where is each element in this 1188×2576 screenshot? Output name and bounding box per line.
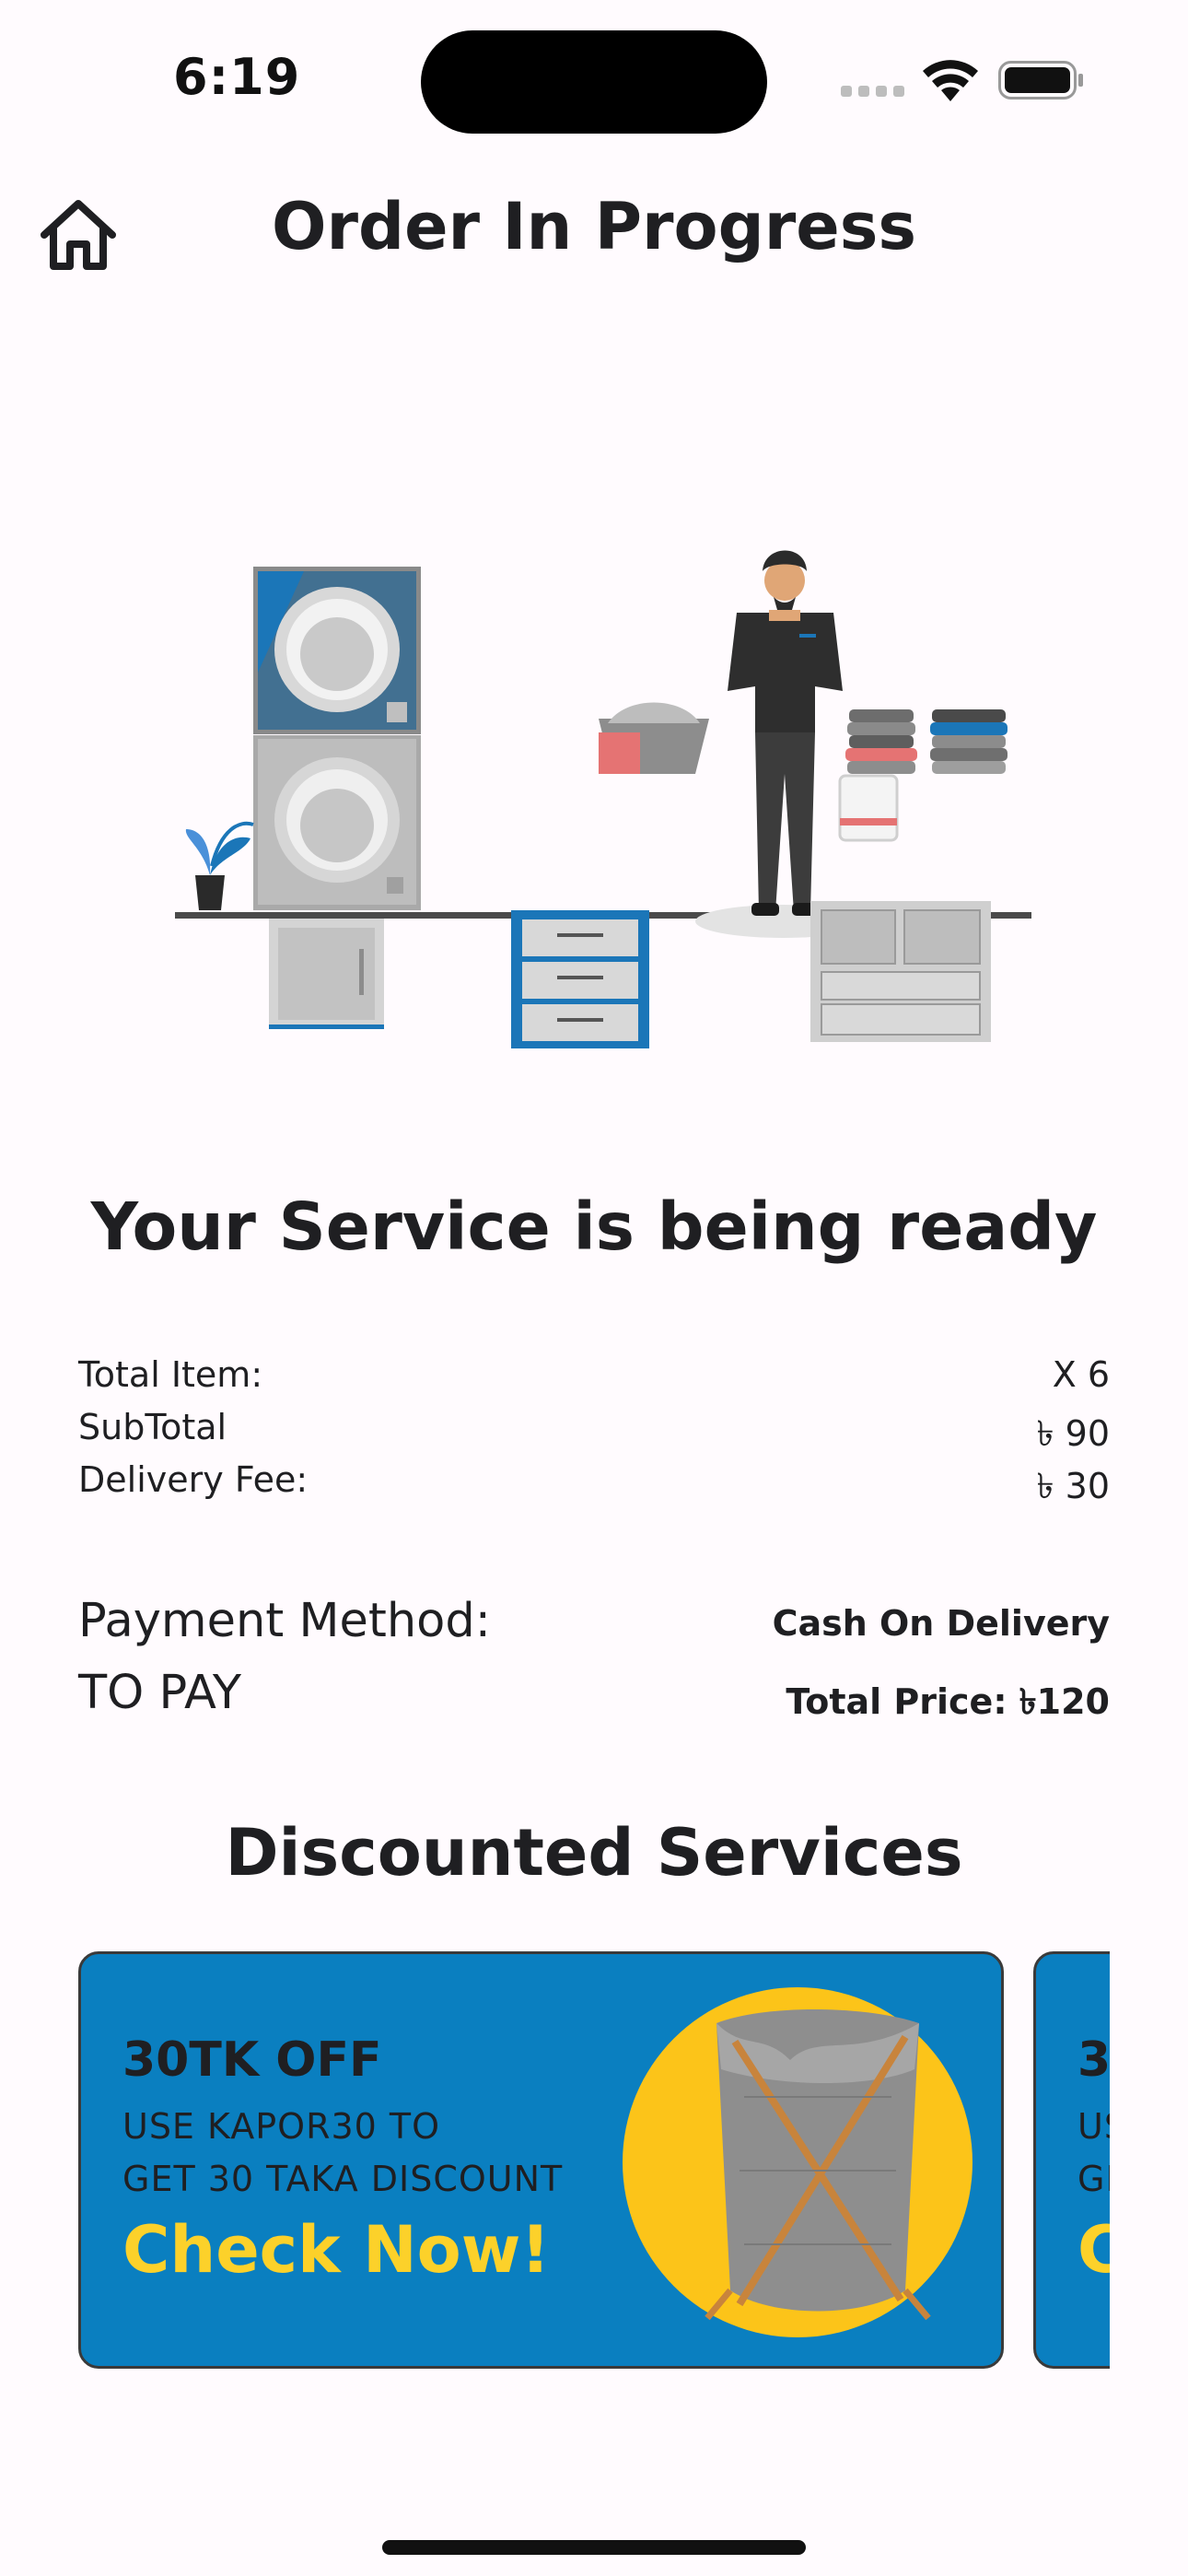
home-indicator[interactable] xyxy=(382,2540,806,2555)
promo-title: 3 xyxy=(1077,2032,1110,2088)
status-time: 6:19 xyxy=(173,48,301,106)
dynamic-island xyxy=(421,30,767,134)
to-pay-label: TO PAY xyxy=(78,1666,242,1720)
to-pay-row: TO PAY Total Price: ৳120 xyxy=(78,1666,1110,1730)
payment-method-label: Payment Method: xyxy=(78,1594,491,1648)
delivery-fee-value: ৳ 30 xyxy=(1036,1466,1110,1506)
total-item-value: X 6 xyxy=(1052,1354,1110,1395)
subtotal-value: ৳ 90 xyxy=(1036,1413,1110,1454)
status-bar: 6:19 xyxy=(0,0,1188,157)
summary-row-total-item: Total Item: X 6 xyxy=(78,1354,1110,1407)
delivery-fee-label: Delivery Fee: xyxy=(78,1459,309,1500)
promo-line-2: GI xyxy=(1077,2159,1110,2199)
battery-icon xyxy=(998,61,1083,100)
page-title: Order In Progress xyxy=(271,189,917,264)
laundry-illustration xyxy=(175,550,1031,1048)
promo-card[interactable]: 3 US GI C xyxy=(1033,1951,1110,2369)
promo-card[interactable]: 30TK OFF USE KAPOR30 TO GET 30 TAKA DISC… xyxy=(78,1951,1004,2369)
order-summary: Total Item: X 6 SubTotal ৳ 90 Delivery F… xyxy=(78,1354,1110,1512)
promo-line-2: GET 30 TAKA DISCOUNT xyxy=(122,2159,564,2199)
discounted-services-heading: Discounted Services xyxy=(225,1815,963,1891)
check-now-link[interactable]: Check Now! xyxy=(122,2212,550,2288)
check-now-link[interactable]: C xyxy=(1077,2212,1110,2288)
summary-row-delivery-fee: Delivery Fee: ৳ 30 xyxy=(78,1459,1110,1512)
promo-title: 30TK OFF xyxy=(122,2032,382,2088)
cellular-signal-icon xyxy=(841,86,905,97)
total-item-label: Total Item: xyxy=(78,1354,263,1395)
total-price: Total Price: ৳120 xyxy=(786,1681,1110,1722)
payment-method-row: Payment Method: Cash On Delivery xyxy=(78,1594,1110,1658)
promo-line-1: USE KAPOR30 TO xyxy=(122,2106,441,2147)
promo-line-1: US xyxy=(1077,2106,1110,2147)
laundry-bag-image xyxy=(705,2009,931,2321)
service-status-heading: Your Service is being ready xyxy=(90,1188,1098,1265)
summary-row-subtotal: SubTotal ৳ 90 xyxy=(78,1407,1110,1459)
payment-method-value: Cash On Delivery xyxy=(772,1603,1110,1644)
subtotal-label: SubTotal xyxy=(78,1407,227,1447)
promo-carousel[interactable]: 30TK OFF USE KAPOR30 TO GET 30 TAKA DISC… xyxy=(78,1951,1110,2371)
app-header: Order In Progress xyxy=(0,170,1188,299)
wifi-icon xyxy=(923,60,978,101)
